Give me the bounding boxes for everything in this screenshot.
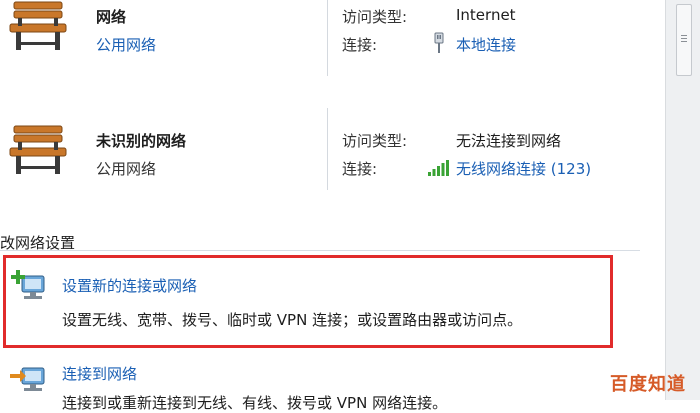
task-connect-network-description: 连接到或重新连接到无线、有线、拨号或 VPN 网络连接。 [62, 394, 448, 412]
connection-label: 连接: [342, 36, 378, 54]
task-setup-connection-description: 设置无线、宽带、拨号、临时或 VPN 连接；或设置路由器或访问点。 [62, 311, 523, 329]
bench-network-icon [9, 125, 67, 174]
access-type-label: 访问类型: [342, 132, 408, 150]
watermark: 百度知道 [610, 374, 686, 395]
connection-link-wireless[interactable]: 无线网络连接 (123) [456, 158, 591, 179]
access-type-value: Internet [456, 6, 516, 24]
connect-network-icon [10, 367, 45, 391]
wireless-signal-icon [428, 160, 449, 176]
scrollbar-grip [681, 41, 687, 42]
divider [327, 0, 328, 76]
network-category: 公用网络 [96, 160, 157, 178]
network-category-link[interactable]: 公用网络 [96, 34, 156, 55]
divider [327, 108, 328, 190]
scrollbar-grip [681, 38, 687, 39]
bench-network-icon [9, 1, 67, 50]
new-connection-icon [11, 270, 45, 299]
task-connect-network-link[interactable]: 连接到网络 [62, 363, 137, 384]
ethernet-plug-icon [434, 32, 444, 53]
connection-label: 连接: [342, 160, 378, 178]
scrollbar-grip [681, 35, 687, 36]
access-type-label: 访问类型: [342, 8, 408, 26]
network-name: 网络 [96, 8, 127, 26]
scrollbar-thumb[interactable] [676, 4, 692, 76]
access-type-value: 无法连接到网络 [456, 132, 562, 150]
highlight-box [3, 255, 613, 348]
section-divider [0, 250, 640, 251]
connection-link-local[interactable]: 本地连接 [456, 34, 516, 55]
task-setup-connection-link[interactable]: 设置新的连接或网络 [62, 275, 197, 296]
network-name: 未识别的网络 [96, 132, 187, 150]
vertical-scrollbar[interactable] [665, 0, 700, 400]
